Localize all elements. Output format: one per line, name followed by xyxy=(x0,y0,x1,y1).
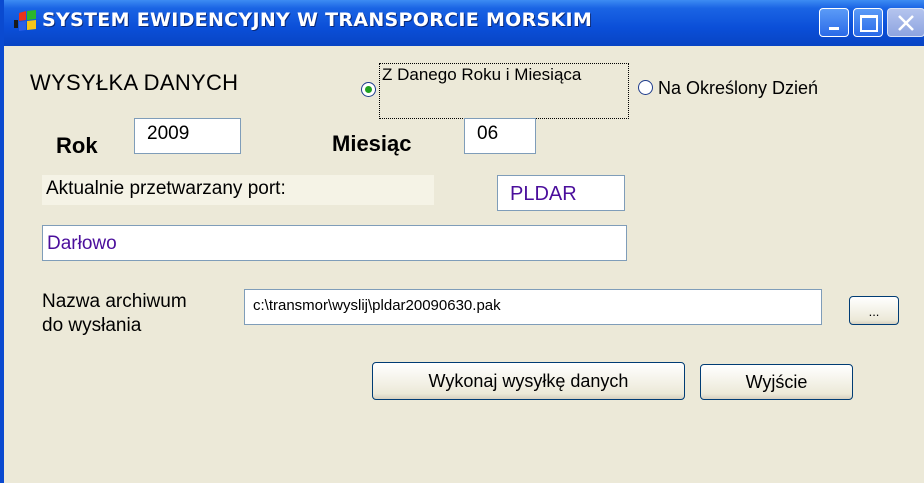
archive-label: Nazwa archiwum do wysłania xyxy=(42,290,187,338)
year-input[interactable]: 2009 xyxy=(134,118,241,154)
windows-flag-icon xyxy=(14,10,38,32)
send-data-button[interactable]: Wykonaj wysyłkę danych xyxy=(372,362,685,400)
exit-button[interactable]: Wyjście xyxy=(700,364,853,400)
archive-path-input[interactable]: c:\transmor\wyslij\pldar20090630.pak xyxy=(244,289,822,325)
radio-year-month[interactable] xyxy=(361,82,376,97)
archive-label-line1: Nazwa archiwum xyxy=(42,291,187,312)
minimize-button[interactable] xyxy=(819,8,849,37)
maximize-icon xyxy=(860,15,878,32)
minimize-icon xyxy=(829,27,839,30)
radio-year-month-label[interactable]: Z Danego Roku i Miesiąca xyxy=(382,64,622,85)
close-button[interactable] xyxy=(887,8,924,37)
radio-specific-day[interactable] xyxy=(638,80,653,95)
browse-button[interactable]: ... xyxy=(849,296,899,325)
month-label: Miesiąc xyxy=(332,131,412,156)
current-port-label: Aktualnie przetwarzany port: xyxy=(42,175,434,205)
radio-specific-day-label[interactable]: Na Określony Dzień xyxy=(658,78,818,99)
app-window: SYSTEM EWIDENCYJNY W TRANSPORCIE MORSKIM… xyxy=(0,0,924,483)
archive-label-line2: do wysłania xyxy=(42,315,142,336)
year-label: Rok xyxy=(56,133,98,158)
form-heading: WYSYŁKA DANYCH xyxy=(30,70,239,95)
month-input[interactable]: 06 xyxy=(464,118,536,154)
window-title: SYSTEM EWIDENCYJNY W TRANSPORCIE MORSKIM xyxy=(42,9,593,31)
port-name-field: Darłowo xyxy=(42,225,627,261)
title-bar[interactable]: SYSTEM EWIDENCYJNY W TRANSPORCIE MORSKIM xyxy=(4,0,924,46)
close-icon xyxy=(898,15,914,31)
port-code-field: PLDAR xyxy=(497,175,625,211)
maximize-button[interactable] xyxy=(853,8,883,37)
radio-selected-dot xyxy=(365,86,372,93)
